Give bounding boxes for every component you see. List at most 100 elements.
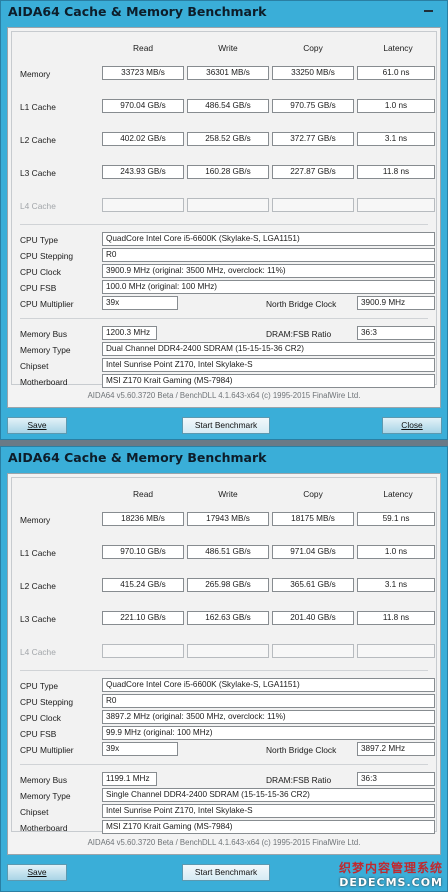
cpu-fsb-label: CPU FSB — [20, 283, 57, 293]
l4-read-value — [102, 198, 184, 212]
l4-latency-value — [357, 198, 435, 212]
l1-write-value: 486.51 GB/s — [187, 545, 269, 559]
cpu-fsb-value: 99.9 MHz (original: 100 MHz) — [102, 726, 435, 740]
minimize-icon[interactable] — [424, 10, 433, 12]
memory-read-value: 33723 MB/s — [102, 66, 184, 80]
l2-latency-value: 3.1 ns — [357, 578, 435, 592]
memory-read-value: 18236 MB/s — [102, 512, 184, 526]
row-label-l4-cache: L4 Cache — [20, 647, 56, 657]
l2-copy-value: 372.77 GB/s — [272, 132, 354, 146]
l3-copy-value: 201.40 GB/s — [272, 611, 354, 625]
window-title: AIDA64 Cache & Memory Benchmark — [8, 4, 267, 19]
cpu-stepping-value: R0 — [102, 694, 435, 708]
save-button-label: Save — [27, 420, 47, 430]
cpu-clock-value: 3900.9 MHz (original: 3500 MHz, overcloc… — [102, 264, 435, 278]
start-benchmark-button[interactable]: Start Benchmark — [182, 417, 270, 434]
cpu-type-label: CPU Type — [20, 681, 59, 691]
l3-read-value: 243.93 GB/s — [102, 165, 184, 179]
cpu-multiplier-value: 39x — [102, 296, 178, 310]
benchmark-window-2: AIDA64 Cache & Memory Benchmark Read Wri… — [0, 446, 448, 892]
column-header-copy: Copy — [303, 489, 323, 499]
start-benchmark-button[interactable]: Start Benchmark — [182, 864, 270, 881]
motherboard-label: Motherboard — [20, 377, 68, 387]
memory-bus-label: Memory Bus — [20, 775, 68, 785]
row-label-l2-cache: L2 Cache — [20, 581, 56, 591]
l3-read-value: 221.10 GB/s — [102, 611, 184, 625]
row-label-l3-cache: L3 Cache — [20, 614, 56, 624]
column-header-read: Read — [132, 43, 154, 53]
save-button-label: Save — [27, 867, 47, 877]
divider — [20, 670, 428, 671]
cpu-multiplier-value: 39x — [102, 742, 178, 756]
dram-fsb-ratio-value: 36:3 — [357, 772, 435, 786]
memory-write-value: 36301 MB/s — [187, 66, 269, 80]
divider — [20, 224, 428, 225]
row-label-l2-cache: L2 Cache — [20, 135, 56, 145]
north-bridge-clock-label: North Bridge Clock — [266, 299, 337, 309]
motherboard-label: Motherboard — [20, 823, 68, 833]
cpu-fsb-label: CPU FSB — [20, 729, 57, 739]
column-header-write: Write — [218, 489, 238, 499]
column-header-write: Write — [218, 43, 238, 53]
cpu-stepping-label: CPU Stepping — [20, 251, 74, 261]
cpu-clock-label: CPU Clock — [20, 267, 61, 277]
watermark: 织梦内容管理系统 DEDECMS.COM — [339, 859, 443, 889]
cpu-type-value: QuadCore Intel Core i5-6600K (Skylake-S,… — [102, 232, 435, 246]
l4-latency-value — [357, 644, 435, 658]
memory-copy-value: 33250 MB/s — [272, 66, 354, 80]
column-header-copy: Copy — [303, 43, 323, 53]
cpu-multiplier-label: CPU Multiplier — [20, 745, 74, 755]
chipset-value: Intel Sunrise Point Z170, Intel Skylake-… — [102, 804, 435, 818]
column-header-latency: Latency — [383, 489, 413, 499]
column-header-latency: Latency — [383, 43, 413, 53]
row-label-l3-cache: L3 Cache — [20, 168, 56, 178]
benchmark-window-1: AIDA64 Cache & Memory Benchmark Read Wri… — [0, 0, 448, 440]
divider — [20, 318, 428, 319]
l1-latency-value: 1.0 ns — [357, 545, 435, 559]
north-bridge-clock-value: 3897.2 MHz — [357, 742, 435, 756]
chipset-value: Intel Sunrise Point Z170, Intel Skylake-… — [102, 358, 435, 372]
version-footer: AIDA64 v5.60.3720 Beta / BenchDLL 4.1.64… — [87, 391, 361, 400]
l3-latency-value: 11.8 ns — [357, 165, 435, 179]
memory-type-value: Dual Channel DDR4-2400 SDRAM (15-15-15-3… — [102, 342, 435, 356]
l2-latency-value: 3.1 ns — [357, 132, 435, 146]
dram-fsb-ratio-value: 36:3 — [357, 326, 435, 340]
cpu-stepping-label: CPU Stepping — [20, 697, 74, 707]
l4-read-value — [102, 644, 184, 658]
l4-copy-value — [272, 644, 354, 658]
l4-write-value — [187, 644, 269, 658]
l2-read-value: 402.02 GB/s — [102, 132, 184, 146]
memory-bus-value: 1200.3 MHz — [102, 326, 157, 340]
window-title: AIDA64 Cache & Memory Benchmark — [8, 450, 267, 465]
motherboard-value: MSI Z170 Krait Gaming (MS-7984) — [102, 820, 435, 834]
l1-write-value: 486.54 GB/s — [187, 99, 269, 113]
save-button[interactable]: Save — [7, 864, 67, 881]
cpu-type-label: CPU Type — [20, 235, 59, 245]
chipset-label: Chipset — [20, 361, 49, 371]
row-label-l1-cache: L1 Cache — [20, 548, 56, 558]
client-area: Read Write Copy Latency Memory 33723 MB/… — [7, 27, 441, 408]
l3-write-value: 160.28 GB/s — [187, 165, 269, 179]
memory-latency-value: 61.0 ns — [357, 66, 435, 80]
version-footer: AIDA64 v5.60.3720 Beta / BenchDLL 4.1.64… — [87, 838, 361, 847]
divider — [20, 764, 428, 765]
north-bridge-clock-value: 3900.9 MHz — [357, 296, 435, 310]
l4-copy-value — [272, 198, 354, 212]
results-panel: Read Write Copy Latency Memory 18236 MB/… — [11, 477, 437, 834]
memory-bus-label: Memory Bus — [20, 329, 68, 339]
l1-latency-value: 1.0 ns — [357, 99, 435, 113]
watermark-cn-text: 织梦内容管理系统 — [338, 861, 443, 875]
l1-copy-value: 971.04 GB/s — [272, 545, 354, 559]
cpu-stepping-value: R0 — [102, 248, 435, 262]
cpu-clock-value: 3897.2 MHz (original: 3500 MHz, overcloc… — [102, 710, 435, 724]
row-label-memory: Memory — [20, 69, 51, 79]
memory-type-value: Single Channel DDR4-2400 SDRAM (15-15-15… — [102, 788, 435, 802]
memory-latency-value: 59.1 ns — [357, 512, 435, 526]
close-button[interactable]: Close — [382, 417, 442, 434]
l2-write-value: 258.52 GB/s — [187, 132, 269, 146]
memory-type-label: Memory Type — [20, 791, 71, 801]
chipset-label: Chipset — [20, 807, 49, 817]
memory-bus-value: 1199.1 MHz — [102, 772, 157, 786]
save-button[interactable]: Save — [7, 417, 67, 434]
l1-copy-value: 970.75 GB/s — [272, 99, 354, 113]
